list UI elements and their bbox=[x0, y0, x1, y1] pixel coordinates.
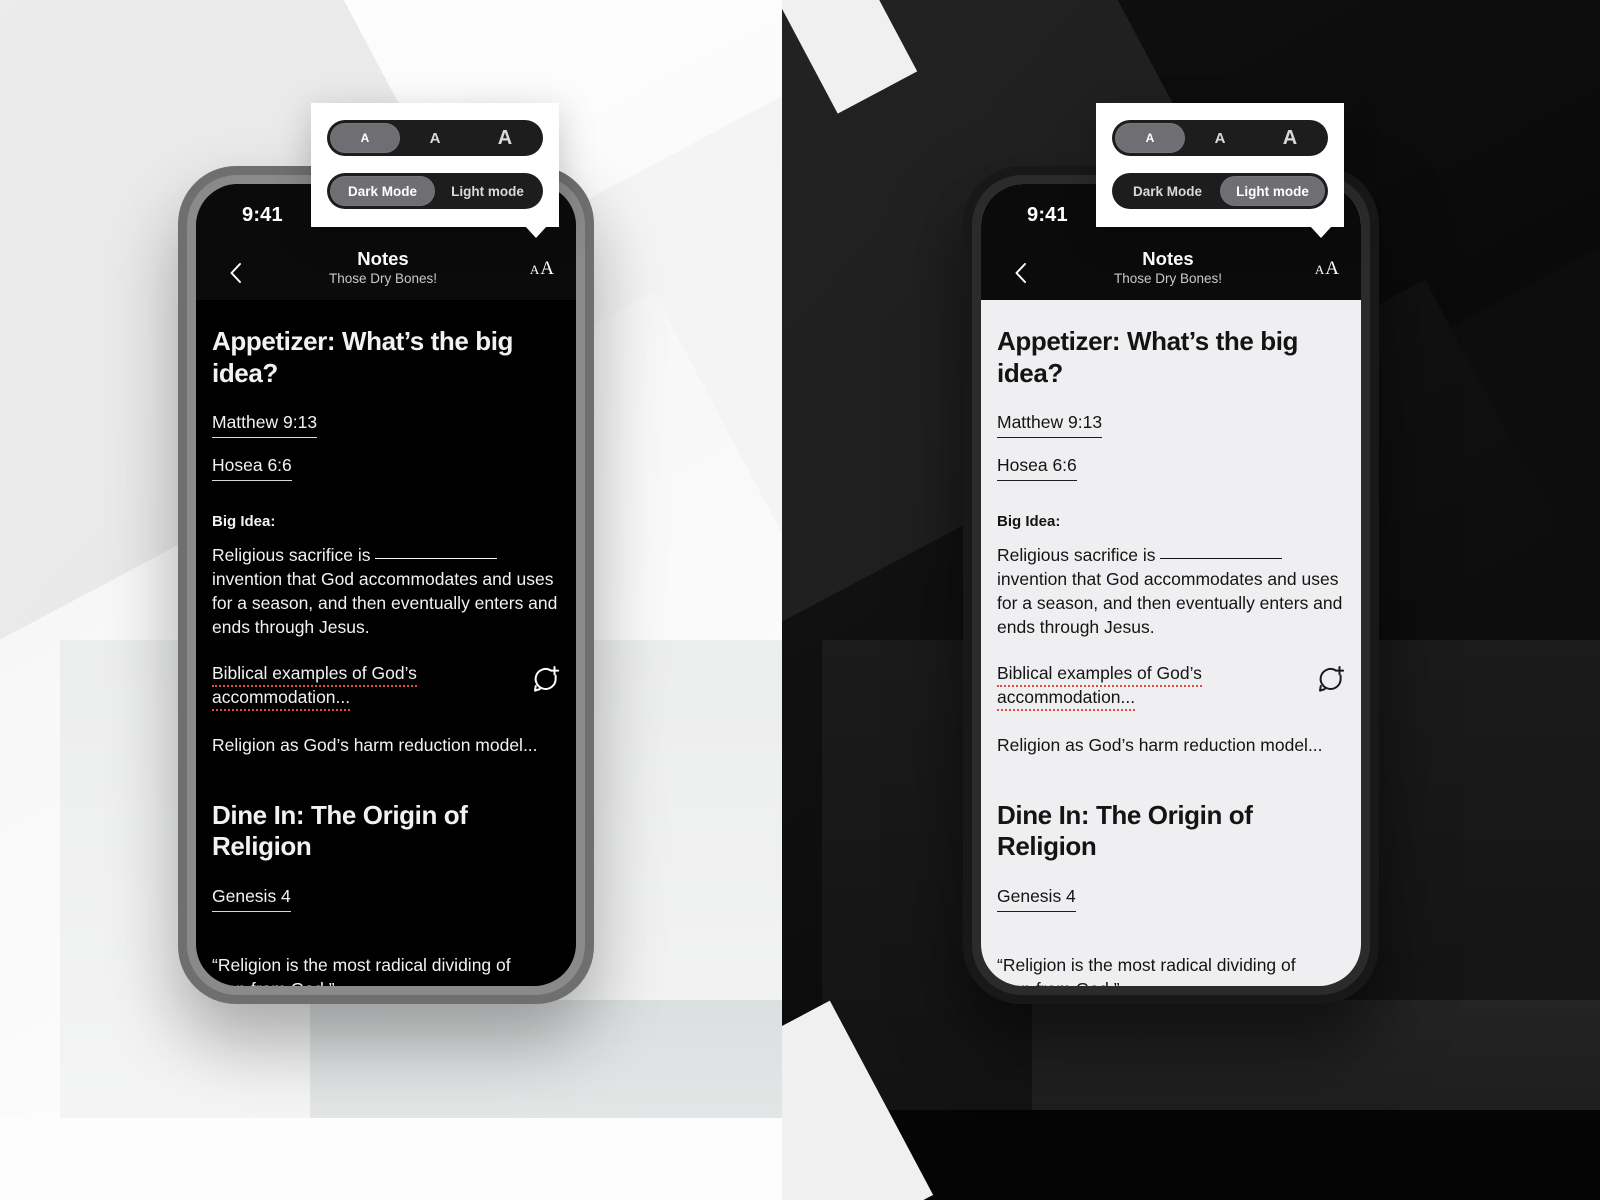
scripture-ref-link[interactable]: Hosea 6:6 bbox=[212, 454, 292, 481]
scripture-ref-link[interactable]: Hosea 6:6 bbox=[997, 454, 1077, 481]
quote-line: men from God.” bbox=[212, 979, 335, 986]
nav-title-block: Notes Those Dry Bones! bbox=[1037, 248, 1299, 286]
quote-line: “Religion is the most radical dividing o… bbox=[997, 954, 1296, 975]
phone-mockup-light: 9:41 Notes Those Dry Bones! A A Appetize… bbox=[963, 166, 1379, 1004]
quote-block-1: “Religion is the most radical dividing o… bbox=[997, 954, 1345, 986]
big-idea-text-after: invention that God accommodates and uses… bbox=[997, 568, 1343, 637]
spellcheck-row: Biblical examples of God’s accommodation… bbox=[212, 662, 560, 711]
popup-pointer bbox=[1310, 226, 1332, 238]
note-heading-1: Appetizer: What’s the big idea? bbox=[212, 326, 514, 388]
font-size-option-large[interactable]: A bbox=[470, 123, 540, 153]
quote-line: “Religion is the most radical dividing o… bbox=[212, 954, 511, 975]
note-heading-2: Dine In: The Origin of Religion bbox=[212, 799, 468, 862]
big-idea-text-before: Religious sacrifice is bbox=[212, 544, 376, 565]
theme-option-light[interactable]: Light mode bbox=[1220, 176, 1325, 206]
page-title: Notes bbox=[357, 248, 409, 269]
chevron-left-icon bbox=[1015, 263, 1026, 283]
font-size-option-large[interactable]: A bbox=[1255, 123, 1325, 153]
spellcheck-row: Biblical examples of God’s accommodation… bbox=[997, 662, 1345, 711]
big-idea-text-after: invention that God accommodates and uses… bbox=[212, 568, 558, 637]
font-size-option-small[interactable]: A bbox=[1115, 123, 1185, 153]
text-size-aa-icon[interactable]: A A bbox=[1299, 258, 1339, 280]
big-idea-paragraph: Religious sacrifice is invention that Go… bbox=[997, 544, 1345, 640]
big-idea-paragraph: Religious sacrifice is invention that Go… bbox=[212, 544, 560, 640]
display-settings-popup: A A A Dark Mode Light mode bbox=[1096, 103, 1344, 238]
phone-bezel: 9:41 Notes Those Dry Bones! A A Appetize… bbox=[187, 175, 585, 995]
font-size-option-medium[interactable]: A bbox=[400, 123, 470, 153]
font-size-segmented-control: A A A bbox=[1112, 120, 1328, 156]
add-comment-icon[interactable] bbox=[530, 664, 560, 694]
theme-option-light[interactable]: Light mode bbox=[435, 176, 540, 206]
big-idea-label: Big Idea: bbox=[212, 512, 276, 530]
nav-title-block: Notes Those Dry Bones! bbox=[252, 248, 514, 286]
phone-mockup-dark: 9:41 Notes Those Dry Bones! A A Appetize… bbox=[178, 166, 594, 1004]
note-body: Appetizer: What’s the big idea? Matthew … bbox=[196, 300, 576, 986]
fill-in-blank[interactable] bbox=[375, 557, 498, 559]
phone-screen-dark: 9:41 Notes Those Dry Bones! A A Appetize… bbox=[196, 184, 576, 986]
collapsed-section-line[interactable]: Religion as God’s harm reduction model..… bbox=[997, 734, 1345, 758]
display-settings-popup: A A A Dark Mode Light mode bbox=[311, 103, 559, 238]
popup-pointer bbox=[525, 226, 547, 238]
note-heading-1: Appetizer: What’s the big idea? bbox=[997, 326, 1299, 388]
font-size-segmented-control: A A A bbox=[327, 120, 543, 156]
phone-bezel: 9:41 Notes Those Dry Bones! A A Appetize… bbox=[972, 175, 1370, 995]
font-size-option-small[interactable]: A bbox=[330, 123, 400, 153]
font-size-option-medium[interactable]: A bbox=[1185, 123, 1255, 153]
scripture-ref-link[interactable]: Matthew 9:13 bbox=[997, 411, 1103, 439]
page-subtitle: Those Dry Bones! bbox=[328, 271, 438, 287]
nav-bar: Notes Those Dry Bones! A A bbox=[981, 246, 1361, 300]
back-button[interactable] bbox=[1003, 256, 1037, 290]
page-title: Notes bbox=[1142, 248, 1194, 269]
screenshot-stage: 9:41 Notes Those Dry Bones! A A Appetize… bbox=[0, 0, 1600, 1200]
nav-bar: Notes Those Dry Bones! A A bbox=[196, 246, 576, 300]
scripture-ref-link[interactable]: Genesis 4 bbox=[212, 885, 291, 912]
status-clock: 9:41 bbox=[242, 203, 283, 226]
note-heading-2: Dine In: The Origin of Religion bbox=[997, 799, 1253, 862]
big-idea-text-before: Religious sacrifice is bbox=[997, 544, 1161, 565]
fill-in-blank[interactable] bbox=[1160, 557, 1283, 559]
page-subtitle: Those Dry Bones! bbox=[1113, 271, 1223, 287]
chevron-left-icon bbox=[230, 263, 241, 283]
quote-block-1: “Religion is the most radical dividing o… bbox=[212, 954, 560, 986]
decorative-shape bbox=[0, 1118, 782, 1200]
theme-option-dark[interactable]: Dark Mode bbox=[1115, 176, 1220, 206]
text-size-aa-icon[interactable]: A A bbox=[514, 258, 554, 280]
quote-line: men from God.” bbox=[997, 979, 1120, 986]
status-clock: 9:41 bbox=[1027, 203, 1068, 226]
spellchecked-text[interactable]: Biblical examples of God’s accommodation… bbox=[212, 662, 452, 711]
spellchecked-text[interactable]: Biblical examples of God’s accommodation… bbox=[997, 662, 1237, 711]
theme-mode-segmented-control: Dark Mode Light mode bbox=[327, 173, 543, 209]
big-idea-label: Big Idea: bbox=[997, 512, 1061, 530]
theme-mode-segmented-control: Dark Mode Light mode bbox=[1112, 173, 1328, 209]
back-button[interactable] bbox=[218, 256, 252, 290]
collapsed-section-line[interactable]: Religion as God’s harm reduction model..… bbox=[212, 734, 560, 758]
scripture-ref-link[interactable]: Matthew 9:13 bbox=[212, 411, 318, 439]
scripture-ref-link[interactable]: Genesis 4 bbox=[997, 885, 1076, 912]
theme-option-dark[interactable]: Dark Mode bbox=[330, 176, 435, 206]
phone-screen-light: 9:41 Notes Those Dry Bones! A A Appetize… bbox=[981, 184, 1361, 986]
note-body: Appetizer: What’s the big idea? Matthew … bbox=[981, 300, 1361, 986]
add-comment-icon[interactable] bbox=[1315, 664, 1345, 694]
